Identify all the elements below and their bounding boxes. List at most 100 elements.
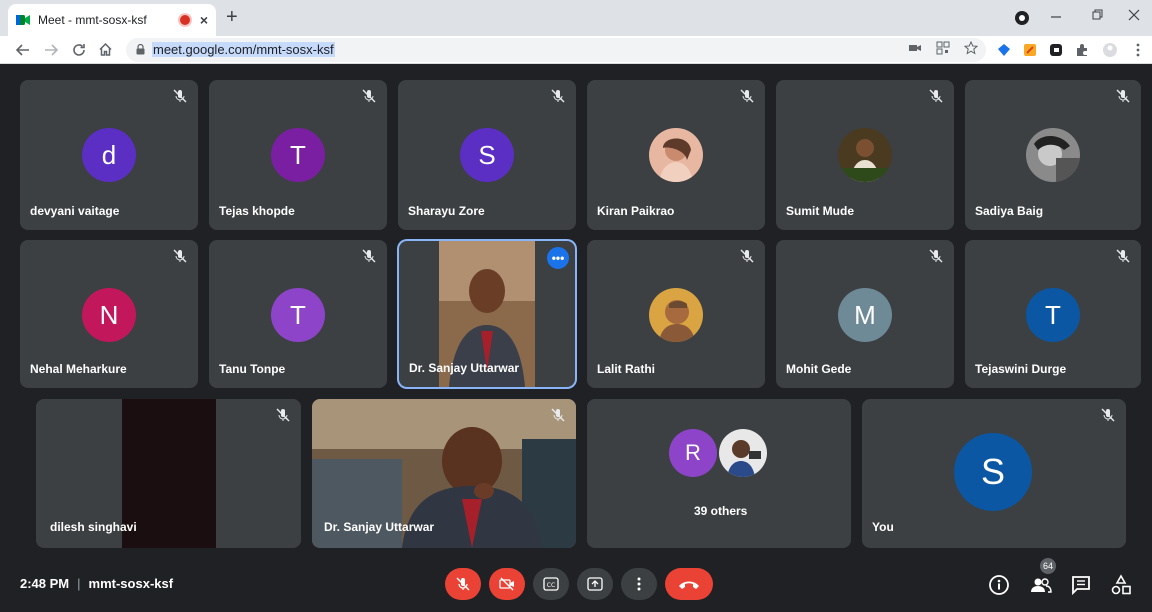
others-count: 39 others [694,504,748,518]
extension-dark-icon[interactable] [1048,42,1064,58]
participant-tile[interactable]: d devyani vaitage [20,80,198,230]
participant-tile[interactable]: T Tejas khopde [209,80,387,230]
browser-toolbar: meet.google.com/mmt-sosx-ksf [0,36,1152,64]
muted-mic-icon [173,89,187,103]
participant-tile[interactable]: Sumit Mude [776,80,954,230]
restore-icon[interactable] [1092,9,1104,21]
camera-off-icon [499,577,514,591]
participant-tile[interactable]: S Sharayu Zore [398,80,576,230]
people-icon[interactable] [1030,574,1052,596]
hang-up-icon [679,581,699,589]
muted-mic-icon [1116,249,1130,263]
participant-tile[interactable]: N Nehal Meharkure [20,240,198,388]
participant-name: Dr. Sanjay Uttarwar [409,361,520,375]
extension-blue-icon[interactable] [996,42,1012,58]
muted-mic-icon [1116,89,1130,103]
back-arrow-icon[interactable] [16,43,30,57]
participant-name: Mohit Gede [786,362,852,376]
qr-code-icon[interactable] [936,41,950,55]
profile-avatar-icon[interactable] [1102,42,1118,58]
participant-name: Sumit Mude [786,204,854,218]
recording-indicator-icon [179,15,190,25]
participant-tile[interactable]: M Mohit Gede [776,240,954,388]
participant-tile[interactable]: Kiran Paikrao [587,80,765,230]
leave-call-button[interactable] [665,568,713,600]
profile-photo-icon [1026,128,1080,182]
participant-name: Tejaswini Durge [975,362,1067,376]
camera-in-use-icon[interactable] [908,41,922,55]
extension-orange-icon[interactable] [1022,42,1038,58]
meeting-stage: d devyani vaitage T Tejas khopde S Shara… [0,64,1152,554]
avatar: T [1026,288,1080,342]
muted-mic-icon [276,408,290,422]
closed-captions-icon: CC [543,577,559,591]
participant-name: Sadiya Baig [975,204,1044,218]
extensions-puzzle-icon[interactable] [1074,42,1090,58]
bookmark-star-icon[interactable] [964,41,978,55]
muted-mic-icon [362,89,376,103]
microphone-toggle-button[interactable] [445,568,481,600]
profile-photo-icon [649,288,703,342]
window-close-icon[interactable] [1128,9,1140,21]
muted-mic-icon [740,249,754,263]
mic-off-icon [456,577,470,591]
participant-name: Sharayu Zore [408,204,485,218]
profile-photo-icon [719,429,767,477]
home-icon[interactable] [98,42,113,57]
avatar: S [460,128,514,182]
participant-name: Tejas khopde [219,204,295,218]
muted-mic-icon [740,89,754,103]
address-bar[interactable]: meet.google.com/mmt-sosx-ksf [126,38,986,62]
participant-name: Nehal Meharkure [30,362,127,376]
participant-tile[interactable]: T Tanu Tonpe [209,240,387,388]
present-screen-button[interactable] [577,568,613,600]
participant-tile[interactable]: T Tejaswini Durge [965,240,1141,388]
meeting-code: mmt-sosx-ksf [88,576,174,591]
muted-mic-icon [929,89,943,103]
activities-icon[interactable] [1110,574,1132,596]
muted-mic-icon [362,249,376,263]
participant-tile[interactable]: dilesh singhavi [36,399,301,548]
muted-mic-icon [173,249,187,263]
meeting-info-icon[interactable] [988,574,1010,596]
lock-icon [136,44,145,55]
profile-photo-icon [838,128,892,182]
avatar: d [82,128,136,182]
avatar: R [669,429,717,477]
participant-name: dilesh singhavi [50,520,137,534]
meeting-details: 2:48 PM | mmt-sosx-ksf [20,576,173,591]
participant-name: Tanu Tonpe [219,362,286,376]
muted-mic-icon [551,89,565,103]
muted-mic-icon [1101,408,1115,422]
tab-close-icon[interactable]: × [200,12,208,28]
meeting-controls-bar: 2:48 PM | mmt-sosx-ksf CC 64 [0,554,1152,612]
participant-tile[interactable]: Lalit Rathi [587,240,765,388]
muted-mic-icon [551,408,565,422]
muted-mic-icon [929,249,943,263]
more-options-button[interactable]: ••• [547,247,569,269]
profile-icon[interactable] [1014,10,1030,26]
browser-tab[interactable]: Meet - mmt-sosx-ksf × [8,4,216,36]
captions-button[interactable]: CC [533,568,569,600]
participant-name: devyani vaitage [30,204,120,218]
browser-menu-icon[interactable] [1130,42,1146,58]
avatar: S [954,433,1032,511]
forward-arrow-icon[interactable] [44,43,58,57]
reload-icon[interactable] [72,43,86,57]
chat-icon[interactable] [1070,574,1092,596]
more-options-button[interactable] [621,568,657,600]
minimize-icon[interactable] [1050,12,1062,22]
url-text[interactable]: meet.google.com/mmt-sosx-ksf [152,42,335,57]
meta-separator: | [77,576,81,591]
participant-tile[interactable]: Sadiya Baig [965,80,1141,230]
participant-name: Dr. Sanjay Uttarwar [324,520,435,534]
participant-tile[interactable]: Dr. Sanjay Uttarwar [312,399,576,548]
participant-tile-pinned[interactable]: ••• Dr. Sanjay Uttarwar [399,241,575,387]
meeting-time: 2:48 PM [20,576,70,591]
new-tab-button[interactable]: + [226,6,238,29]
svg-text:CC: CC [547,582,555,589]
camera-toggle-button[interactable] [489,568,525,600]
others-tile[interactable]: R 39 others [587,399,851,548]
self-tile[interactable]: S You [862,399,1126,548]
avatar: T [271,128,325,182]
